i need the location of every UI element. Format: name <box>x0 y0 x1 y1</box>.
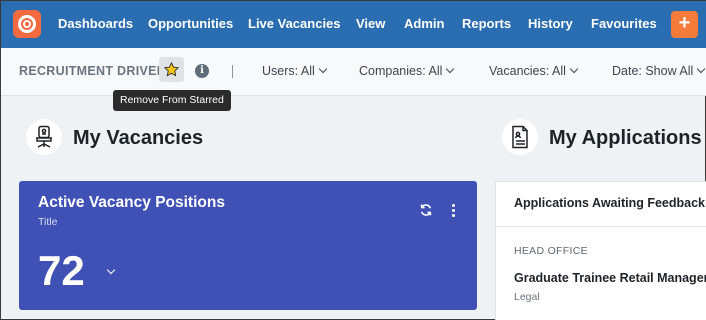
nav-reports[interactable]: Reports <box>462 16 511 31</box>
card-header: Applications Awaiting Feedback <box>496 182 706 227</box>
refresh-icon[interactable] <box>419 203 433 217</box>
applications-awaiting-card: Applications Awaiting Feedback HEAD OFFI… <box>495 181 706 320</box>
info-icon[interactable]: i <box>195 64 209 78</box>
app-logo[interactable] <box>13 10 41 38</box>
chevron-down-icon <box>318 64 328 74</box>
filter-bar: RECRUITMENT DRIVER i Users: All Companie… <box>1 48 706 96</box>
dashboard-title: RECRUITMENT DRIVER <box>19 64 167 78</box>
document-icon <box>502 119 538 155</box>
star-tooltip: Remove From Starred <box>113 90 231 111</box>
chevron-down-icon <box>697 64 706 74</box>
nav-dashboards[interactable]: Dashboards <box>58 16 133 31</box>
nav-live-vacancies[interactable]: Live Vacancies <box>248 16 341 31</box>
more-options-icon[interactable] <box>449 203 459 217</box>
companies-filter-dropdown[interactable]: Companies: All <box>359 64 455 78</box>
vacancies-filter-dropdown[interactable]: Vacancies: All <box>489 64 579 78</box>
star-icon <box>164 62 179 77</box>
star-button[interactable] <box>159 57 184 82</box>
nav-view[interactable]: View <box>356 16 385 31</box>
office-chair-icon <box>26 119 62 155</box>
my-applications-heading: My Applications <box>549 127 702 149</box>
application-category: Legal <box>514 291 540 303</box>
logo-at-icon <box>18 15 36 33</box>
divider <box>232 65 233 78</box>
nav-history[interactable]: History <box>528 16 573 31</box>
chevron-down-icon <box>446 64 455 74</box>
office-label: HEAD OFFICE <box>514 245 588 257</box>
nav-favourites[interactable]: Favourites <box>591 16 657 31</box>
application-role[interactable]: Graduate Trainee Retail Manager <box>514 271 706 285</box>
card-subtitle: Title <box>38 216 58 228</box>
card-title: Active Vacancy Positions <box>38 194 225 211</box>
users-filter-dropdown[interactable]: Users: All <box>262 64 328 78</box>
my-vacancies-heading: My Vacancies <box>73 127 204 149</box>
top-navigation-bar: Dashboards Opportunities Live Vacancies … <box>1 1 706 48</box>
nav-admin[interactable]: Admin <box>404 16 444 31</box>
nav-opportunities[interactable]: Opportunities <box>148 16 233 31</box>
date-filter-dropdown[interactable]: Date: Show All <box>612 64 706 78</box>
vacancy-count: 72 <box>38 247 85 294</box>
chevron-down-icon <box>569 64 579 74</box>
card-title: Applications Awaiting Feedback <box>514 196 706 210</box>
expand-chevron-icon[interactable] <box>106 265 116 275</box>
active-vacancy-card: Active Vacancy Positions Title 72 <box>19 181 477 310</box>
add-button[interactable]: + <box>671 11 698 38</box>
